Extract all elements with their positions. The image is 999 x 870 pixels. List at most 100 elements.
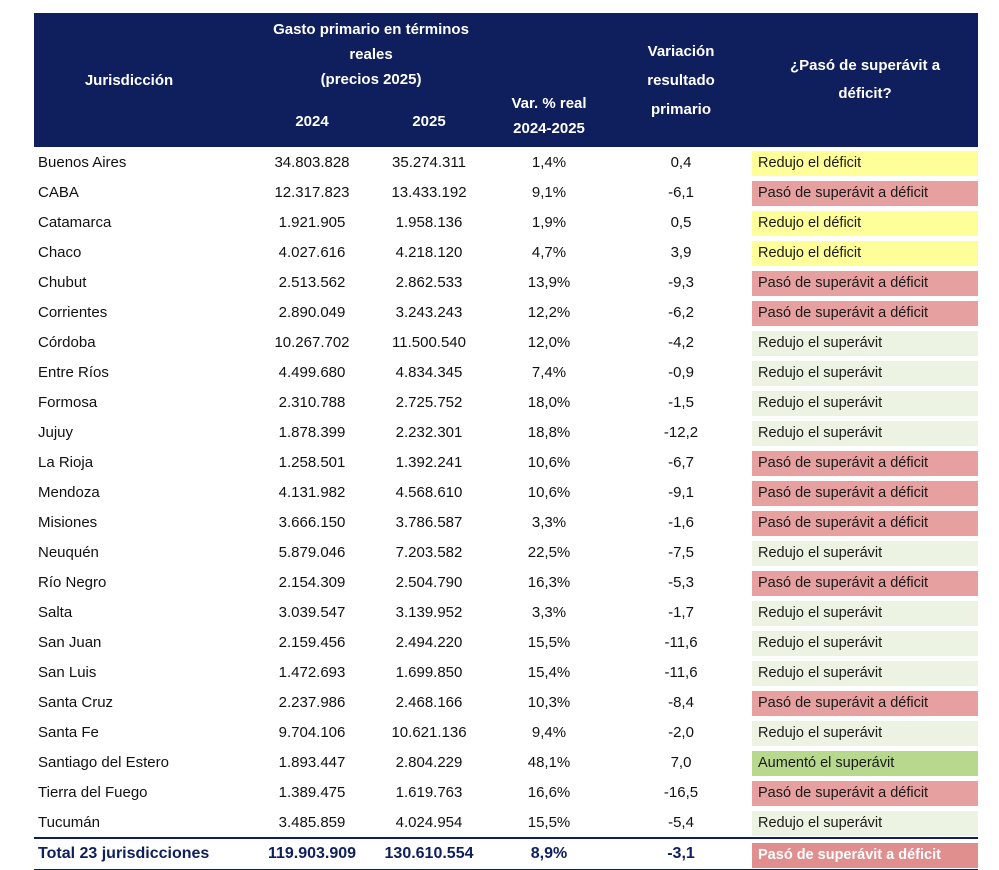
table-row: Misiones 3.666.150 3.786.587 3,3% -1,6 Pasó d… <box>34 507 979 537</box>
row-resultado: -6,1 <box>668 183 694 201</box>
row-2025: 4.024.954 <box>395 813 463 831</box>
row-2025: 2.725.752 <box>395 393 463 411</box>
row-status: Pasó de superávit a déficit <box>752 480 979 506</box>
row-status-cell: Redujo el superávit <box>752 627 979 657</box>
row-var-real: 10,6% <box>527 483 571 501</box>
row-status-cell: Redujo el superávit <box>752 807 979 838</box>
row-status-cell: Pasó de superávit a déficit <box>752 687 979 717</box>
table-row: Neuquén 5.879.046 7.203.582 22,5% -7,5 Redujo… <box>34 537 979 567</box>
row-status-cell: Redujo el superávit <box>752 417 979 447</box>
row-name: Corrientes <box>38 303 108 321</box>
row-var-real: 10,6% <box>527 453 571 471</box>
row-status-cell: Redujo el superávit <box>752 357 979 387</box>
row-2024: 1.258.501 <box>278 453 346 471</box>
row-status: Pasó de superávit a déficit <box>752 690 979 716</box>
row-var-real: 4,7% <box>531 243 567 261</box>
table-row: La Rioja 1.258.501 1.392.241 10,6% -6,7 Pasó … <box>34 447 979 477</box>
row-status: Redujo el superávit <box>752 600 979 626</box>
row-name: Córdoba <box>38 333 96 351</box>
table-row: Corrientes 2.890.049 3.243.243 12,2% -6,2 Pas… <box>34 297 979 327</box>
row-2024: 2.513.562 <box>278 273 346 291</box>
row-name: Formosa <box>38 393 98 411</box>
row-status-cell: Pasó de superávit a déficit <box>752 567 979 597</box>
row-status-cell: Redujo el superávit <box>752 327 979 357</box>
row-name: Neuquén <box>38 543 99 561</box>
row-var-real: 3,3% <box>531 513 567 531</box>
table-row: Tucumán 3.485.859 4.024.954 15,5% -5,4 Redujo… <box>34 807 979 838</box>
fiscal-table-container: Jurisdicción Gasto primario en términos … <box>34 13 979 870</box>
row-var-real: 9,1% <box>531 183 567 201</box>
row-status: Pasó de superávit a déficit <box>752 270 979 296</box>
row-var-real: 15,5% <box>527 633 571 651</box>
row-status-cell: Redujo el déficit <box>752 237 979 267</box>
row-2024: 3.485.859 <box>278 813 346 831</box>
row-name: Entre Ríos <box>38 363 109 381</box>
table-row: San Luis 1.472.693 1.699.850 15,4% -11,6 Redu… <box>34 657 979 687</box>
row-var-real: 7,4% <box>531 363 567 381</box>
table-row: Jujuy 1.878.399 2.232.301 18,8% -12,2 Redujo … <box>34 417 979 447</box>
row-status: Redujo el superávit <box>752 720 979 746</box>
table-row: Córdoba 10.267.702 11.500.540 12,0% -4,2 Redu… <box>34 327 979 357</box>
row-2024: 3.039.547 <box>278 603 346 621</box>
fiscal-table: Jurisdicción Gasto primario en términos … <box>34 13 979 870</box>
total-resultado: -3,1 <box>610 837 753 870</box>
row-2024: 2.310.788 <box>278 393 346 411</box>
row-2025: 2.804.229 <box>395 753 463 771</box>
row-2024: 1.878.399 <box>278 423 346 441</box>
row-resultado: -0,9 <box>668 363 694 381</box>
row-name: CABA <box>38 183 79 201</box>
row-resultado: -2,0 <box>668 723 694 741</box>
row-status: Redujo el superávit <box>752 630 979 656</box>
row-var-real: 48,1% <box>527 753 571 771</box>
row-status-cell: Redujo el déficit <box>752 207 979 237</box>
row-var-real: 16,3% <box>527 573 571 591</box>
row-2024: 4.499.680 <box>278 363 346 381</box>
row-2024: 5.879.046 <box>278 543 346 561</box>
row-resultado: -5,3 <box>668 573 694 591</box>
total-var: 8,9% <box>488 837 611 870</box>
row-name: Salta <box>38 603 73 621</box>
row-2024: 2.159.456 <box>278 633 346 651</box>
table-row: CABA 12.317.823 13.433.192 9,1% -6,1 Pasó de … <box>34 177 979 207</box>
row-resultado: -9,3 <box>668 273 694 291</box>
row-2025: 1.619.763 <box>395 783 463 801</box>
table-row: Formosa 2.310.788 2.725.752 18,0% -1,5 Redujo… <box>34 387 979 417</box>
row-var-real: 12,2% <box>527 303 571 321</box>
row-status-cell: Redujo el superávit <box>752 537 979 567</box>
row-resultado: -1,7 <box>668 603 694 621</box>
row-name: Jujuy <box>38 423 74 441</box>
row-2024: 1.893.447 <box>278 753 346 771</box>
row-name: Santiago del Estero <box>38 753 169 771</box>
row-status: Redujo el déficit <box>752 150 979 176</box>
header-paso-line2: déficit? <box>838 85 892 102</box>
table-row: Chaco 4.027.616 4.218.120 4,7% 3,9 Redujo el … <box>34 237 979 267</box>
row-resultado: -6,2 <box>668 303 694 321</box>
row-status: Redujo el superávit <box>752 810 979 836</box>
row-2024: 2.890.049 <box>278 303 346 321</box>
table-row: Catamarca 1.921.905 1.958.136 1,9% 0,5 Redujo… <box>34 207 979 237</box>
row-2025: 7.203.582 <box>395 543 463 561</box>
row-status: Redujo el superávit <box>752 390 979 416</box>
header-paso-superavit: ¿Pasó de superávit a déficit? <box>752 13 979 147</box>
row-status-cell: Redujo el superávit <box>752 387 979 417</box>
row-status-cell: Redujo el déficit <box>752 147 979 177</box>
row-2025: 1.958.136 <box>395 213 463 231</box>
row-2024: 1.472.693 <box>278 663 346 681</box>
row-name: Tucumán <box>38 813 100 831</box>
row-2025: 13.433.192 <box>391 183 467 201</box>
row-status: Pasó de superávit a déficit <box>752 570 979 596</box>
row-name: Tierra del Fuego <box>38 783 148 801</box>
table-header: Jurisdicción Gasto primario en términos … <box>34 13 979 147</box>
row-2024: 1.921.905 <box>278 213 346 231</box>
row-2024: 2.154.309 <box>278 573 346 591</box>
row-2025: 4.568.610 <box>395 483 463 501</box>
row-name: San Juan <box>38 633 102 651</box>
header-variacion-line1: Variación <box>647 43 715 60</box>
row-var-real: 15,4% <box>527 663 571 681</box>
row-name: La Rioja <box>38 453 94 471</box>
row-resultado: -9,1 <box>668 483 694 501</box>
row-2024: 4.027.616 <box>278 243 346 261</box>
row-resultado: -12,2 <box>663 423 699 441</box>
row-var-real: 1,9% <box>531 213 567 231</box>
row-status-cell: Aumentó el superávit <box>752 747 979 777</box>
